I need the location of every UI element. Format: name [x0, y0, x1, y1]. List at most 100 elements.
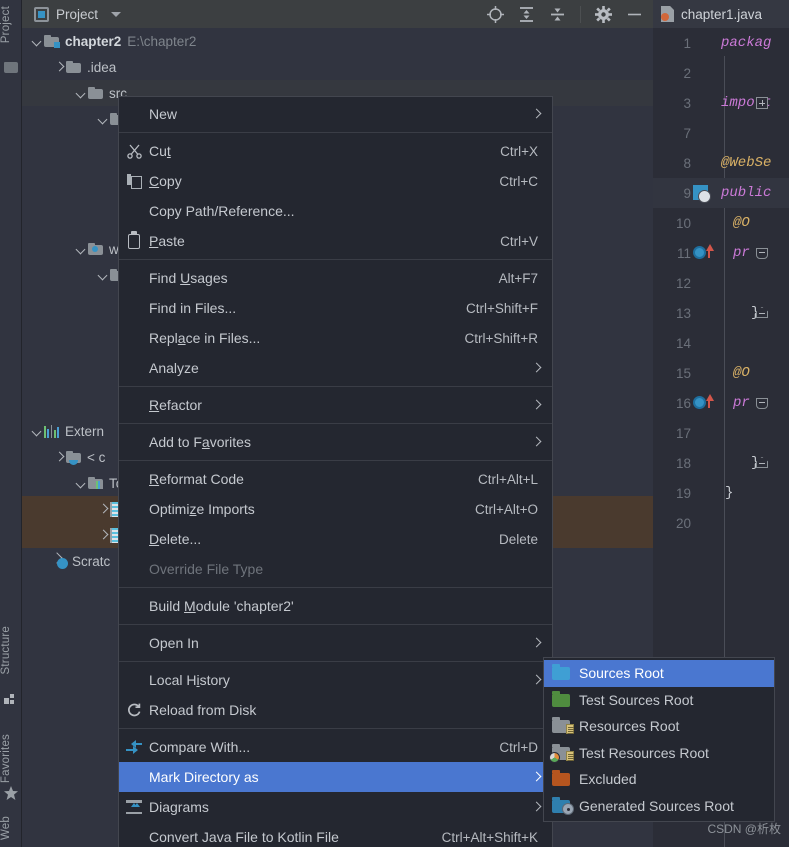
gutter-mark[interactable] — [691, 508, 717, 538]
submenu-item-test-resources-root[interactable]: Test Resources Root — [544, 740, 774, 767]
gutter-mark[interactable] — [691, 238, 768, 268]
fold-expand-icon[interactable] — [756, 97, 768, 109]
code-line[interactable]: 9 public — [653, 178, 789, 208]
menu-item-find-in-files[interactable]: Find in Files... Ctrl+Shift+F — [119, 293, 552, 323]
gutter-mark[interactable] — [691, 178, 717, 208]
code-line[interactable]: 8 @WebSe — [653, 148, 789, 178]
submenu-item-sources-root[interactable]: Sources Root — [544, 660, 774, 687]
menu-item-new[interactable]: New — [119, 99, 552, 129]
submenu-item-generated-sources-root[interactable]: Generated Sources Root — [544, 793, 774, 820]
code-line[interactable]: 20 — [653, 508, 789, 538]
code-line[interactable]: 12 — [653, 268, 789, 298]
menu-item-convert-java-to-kotlin[interactable]: Convert Java File to Kotlin File Ctrl+Al… — [119, 822, 552, 847]
gutter-mark[interactable] — [691, 358, 717, 388]
menu-item-open-in[interactable]: Open In — [119, 628, 552, 658]
code-line[interactable]: 2 — [653, 58, 789, 88]
menu-item-local-history[interactable]: Local History — [119, 665, 552, 695]
chevron-down-icon[interactable] — [74, 476, 88, 490]
gutter-mark[interactable] — [691, 58, 717, 88]
chevron-down-icon[interactable] — [96, 112, 110, 126]
menu-item-add-to-favorites[interactable]: Add to Favorites — [119, 427, 552, 457]
menu-item-reload-from-disk[interactable]: Reload from Disk — [119, 695, 552, 725]
code-line[interactable]: 15 @O — [653, 358, 789, 388]
gutter-mark[interactable] — [691, 148, 717, 178]
gutter-mark[interactable] — [691, 328, 717, 358]
code-line[interactable]: 10 @O — [653, 208, 789, 238]
menu-item-replace-in-files[interactable]: Replace in Files... Ctrl+Shift+R — [119, 323, 552, 353]
menu-item-diagrams[interactable]: Diagrams — [119, 792, 552, 822]
code-line[interactable]: 14 — [653, 328, 789, 358]
chevron-down-icon[interactable] — [111, 11, 122, 17]
strip-label-web[interactable]: Web — [0, 816, 22, 840]
strip-label-structure[interactable]: Structure — [0, 626, 22, 674]
code-line[interactable]: 1 packag — [653, 28, 789, 58]
gutter-mark[interactable] — [691, 118, 717, 148]
diagram-icon — [119, 792, 149, 822]
editor-gutter[interactable]: 1 packag 2 3 import 7 8 @WebSe 9 public … — [653, 28, 789, 847]
menu-item-compare-with[interactable]: Compare With... Ctrl+D — [119, 732, 552, 762]
gutter-mark[interactable] — [691, 388, 768, 418]
menu-item-find-usages[interactable]: Find Usages Alt+F7 — [119, 263, 552, 293]
menu-item-copy[interactable]: Copy Ctrl+C — [119, 166, 552, 196]
menu-item-paste[interactable]: Paste Ctrl+V — [119, 226, 552, 256]
collapse-all-icon[interactable] — [549, 6, 566, 23]
menu-item-mark-directory-as[interactable]: Mark Directory as — [119, 762, 552, 792]
strip-label-favorites[interactable]: Favorites — [0, 734, 22, 783]
chevron-right-icon[interactable] — [52, 450, 66, 464]
code-line[interactable]: 16 pr — [653, 388, 789, 418]
chevron-right-icon[interactable] — [96, 528, 110, 542]
project-panel-title-group[interactable]: Project — [22, 6, 122, 22]
strip-label-project[interactable]: Project — [0, 6, 22, 43]
code-line[interactable]: 18 } — [653, 448, 789, 478]
gutter-mark[interactable] — [691, 28, 717, 58]
menu-item-analyze[interactable]: Analyze — [119, 353, 552, 383]
code-line[interactable]: 19 } — [653, 478, 789, 508]
gutter-mark[interactable] — [691, 268, 717, 298]
expand-all-icon[interactable] — [518, 6, 535, 23]
menu-item-cut[interactable]: Cut Ctrl+X — [119, 136, 552, 166]
target-icon[interactable] — [487, 5, 504, 23]
table-row[interactable]: chapter2 E:\chapter2 — [22, 28, 653, 54]
submenu-item-label: Resources Root — [579, 718, 680, 735]
fold-collapse-icon[interactable] — [756, 398, 768, 409]
code-line[interactable]: 3 import — [653, 88, 789, 118]
gutter-mark[interactable] — [691, 448, 768, 478]
menu-item-optimize-imports[interactable]: Optimize Imports Ctrl+Alt+O — [119, 494, 552, 524]
gear-icon[interactable] — [595, 5, 612, 23]
override-icon[interactable] — [693, 246, 706, 259]
code-line[interactable]: 13 } — [653, 298, 789, 328]
chevron-down-icon[interactable] — [74, 86, 88, 100]
context-menu[interactable]: New Cut Ctrl+X Copy Ctrl+C Copy Path/Ref… — [118, 96, 553, 847]
table-row[interactable]: .idea — [22, 54, 653, 80]
chevron-right-icon[interactable] — [96, 502, 110, 516]
override-icon[interactable] — [693, 396, 706, 409]
code-line[interactable]: 11 pr — [653, 238, 789, 268]
fold-collapse-icon[interactable] — [756, 248, 768, 259]
code-text: packag — [721, 35, 772, 51]
editor-tab-chapter1[interactable]: chapter1.java — [653, 0, 789, 28]
gutter-mark[interactable] — [691, 298, 768, 328]
chevron-right-icon[interactable] — [52, 60, 66, 74]
gutter-mark[interactable] — [691, 478, 717, 508]
web-servlet-icon[interactable] — [693, 185, 711, 203]
chevron-down-icon[interactable] — [30, 424, 44, 438]
excluded-folder-icon — [550, 770, 574, 788]
submenu-mark-directory-as[interactable]: Sources Root Test Sources Root Resources… — [543, 657, 775, 822]
code-line[interactable]: 7 — [653, 118, 789, 148]
menu-item-reformat-code[interactable]: Reformat Code Ctrl+Alt+L — [119, 464, 552, 494]
code-line[interactable]: 17 — [653, 418, 789, 448]
submenu-item-resources-root[interactable]: Resources Root — [544, 713, 774, 740]
submenu-item-excluded[interactable]: Excluded — [544, 766, 774, 793]
chevron-down-icon[interactable] — [96, 268, 110, 282]
gutter-mark[interactable] — [691, 418, 717, 448]
chevron-down-icon[interactable] — [74, 242, 88, 256]
gutter-mark[interactable] — [691, 208, 717, 238]
chevron-down-icon[interactable] — [30, 34, 44, 48]
menu-item-build-module[interactable]: Build Module 'chapter2' — [119, 591, 552, 621]
submenu-item-test-sources-root[interactable]: Test Sources Root — [544, 687, 774, 714]
gutter-mark[interactable] — [691, 88, 768, 118]
menu-item-refactor[interactable]: Refactor — [119, 390, 552, 420]
minimize-icon[interactable] — [626, 6, 643, 23]
menu-item-delete[interactable]: Delete... Delete — [119, 524, 552, 554]
menu-item-copy-path-reference[interactable]: Copy Path/Reference... — [119, 196, 552, 226]
